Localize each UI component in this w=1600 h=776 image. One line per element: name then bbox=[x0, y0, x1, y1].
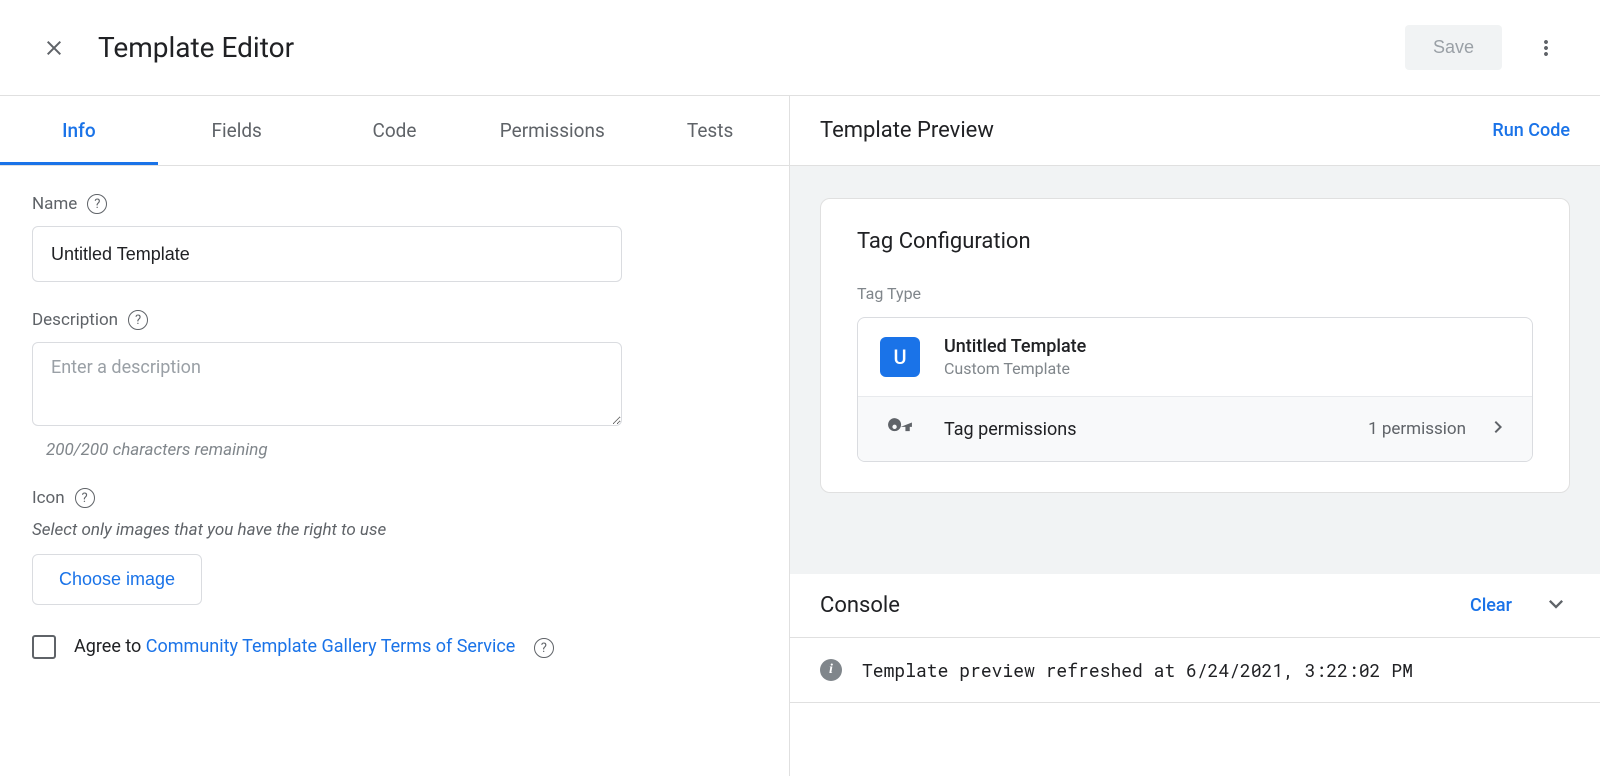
icon-label: Icon ? bbox=[32, 488, 757, 508]
console-message: Template preview refreshed at 6/24/2021,… bbox=[862, 658, 1413, 682]
help-icon[interactable]: ? bbox=[87, 194, 107, 214]
left-pane: Info Fields Code Permissions Tests Name … bbox=[0, 96, 790, 776]
tag-permissions-row[interactable]: Tag permissions 1 permission bbox=[858, 396, 1532, 461]
permissions-count: 1 permission bbox=[1368, 419, 1466, 439]
right-pane: Template Preview Run Code Tag Configurat… bbox=[790, 96, 1600, 776]
console-section: Console Clear i Template preview refresh… bbox=[790, 566, 1600, 703]
description-label-text: Description bbox=[32, 310, 118, 330]
tag-config-title: Tag Configuration bbox=[857, 229, 1533, 254]
agree-text: Agree to Community Template Gallery Term… bbox=[74, 636, 554, 659]
tag-config-card: Tag Configuration Tag Type U Untitled Te… bbox=[820, 198, 1570, 493]
help-icon[interactable]: ? bbox=[75, 488, 95, 508]
icon-hint: Select only images that you have the rig… bbox=[32, 520, 757, 540]
info-icon: i bbox=[820, 659, 842, 681]
description-input[interactable] bbox=[32, 342, 622, 426]
name-label: Name ? bbox=[32, 194, 757, 214]
console-log-row: i Template preview refreshed at 6/24/202… bbox=[790, 638, 1600, 703]
chevron-down-icon bbox=[1542, 590, 1570, 618]
terms-link[interactable]: Community Template Gallery Terms of Serv… bbox=[146, 636, 516, 657]
preview-title: Template Preview bbox=[820, 118, 994, 143]
kebab-icon bbox=[1534, 36, 1558, 60]
tag-subtitle: Custom Template bbox=[944, 359, 1510, 378]
tabs-bar: Info Fields Code Permissions Tests bbox=[0, 96, 789, 166]
tab-tests[interactable]: Tests bbox=[631, 96, 789, 165]
tab-info[interactable]: Info bbox=[0, 96, 158, 165]
description-label: Description ? bbox=[32, 310, 757, 330]
name-input[interactable] bbox=[32, 226, 622, 282]
name-label-text: Name bbox=[32, 194, 77, 214]
preview-body: Tag Configuration Tag Type U Untitled Te… bbox=[790, 166, 1600, 566]
agree-prefix: Agree to bbox=[74, 636, 146, 657]
close-button[interactable] bbox=[30, 24, 78, 72]
help-icon[interactable]: ? bbox=[534, 638, 554, 658]
chevron-right-icon bbox=[1486, 415, 1510, 443]
console-title: Console bbox=[820, 593, 1470, 618]
choose-image-button[interactable]: Choose image bbox=[32, 554, 202, 605]
run-code-button[interactable]: Run Code bbox=[1492, 120, 1570, 141]
icon-label-text: Icon bbox=[32, 488, 65, 508]
save-button[interactable]: Save bbox=[1405, 25, 1502, 70]
key-icon bbox=[880, 416, 920, 442]
permissions-label: Tag permissions bbox=[944, 419, 1368, 440]
agree-checkbox[interactable] bbox=[32, 635, 56, 659]
tag-type-label: Tag Type bbox=[857, 284, 1533, 303]
more-menu-button[interactable] bbox=[1522, 24, 1570, 72]
expand-console-button[interactable] bbox=[1542, 590, 1570, 622]
tag-name: Untitled Template bbox=[944, 336, 1510, 357]
char-counter: 200/200 characters remaining bbox=[46, 440, 757, 460]
tag-type-row[interactable]: U Untitled Template Custom Template bbox=[858, 318, 1532, 396]
page-title: Template Editor bbox=[98, 31, 1405, 64]
tab-permissions[interactable]: Permissions bbox=[473, 96, 631, 165]
clear-button[interactable]: Clear bbox=[1470, 595, 1512, 616]
tab-code[interactable]: Code bbox=[316, 96, 474, 165]
tab-fields[interactable]: Fields bbox=[158, 96, 316, 165]
editor-header: Template Editor Save bbox=[0, 0, 1600, 96]
close-icon bbox=[42, 36, 66, 60]
help-icon[interactable]: ? bbox=[128, 310, 148, 330]
tag-icon-badge: U bbox=[880, 337, 920, 377]
